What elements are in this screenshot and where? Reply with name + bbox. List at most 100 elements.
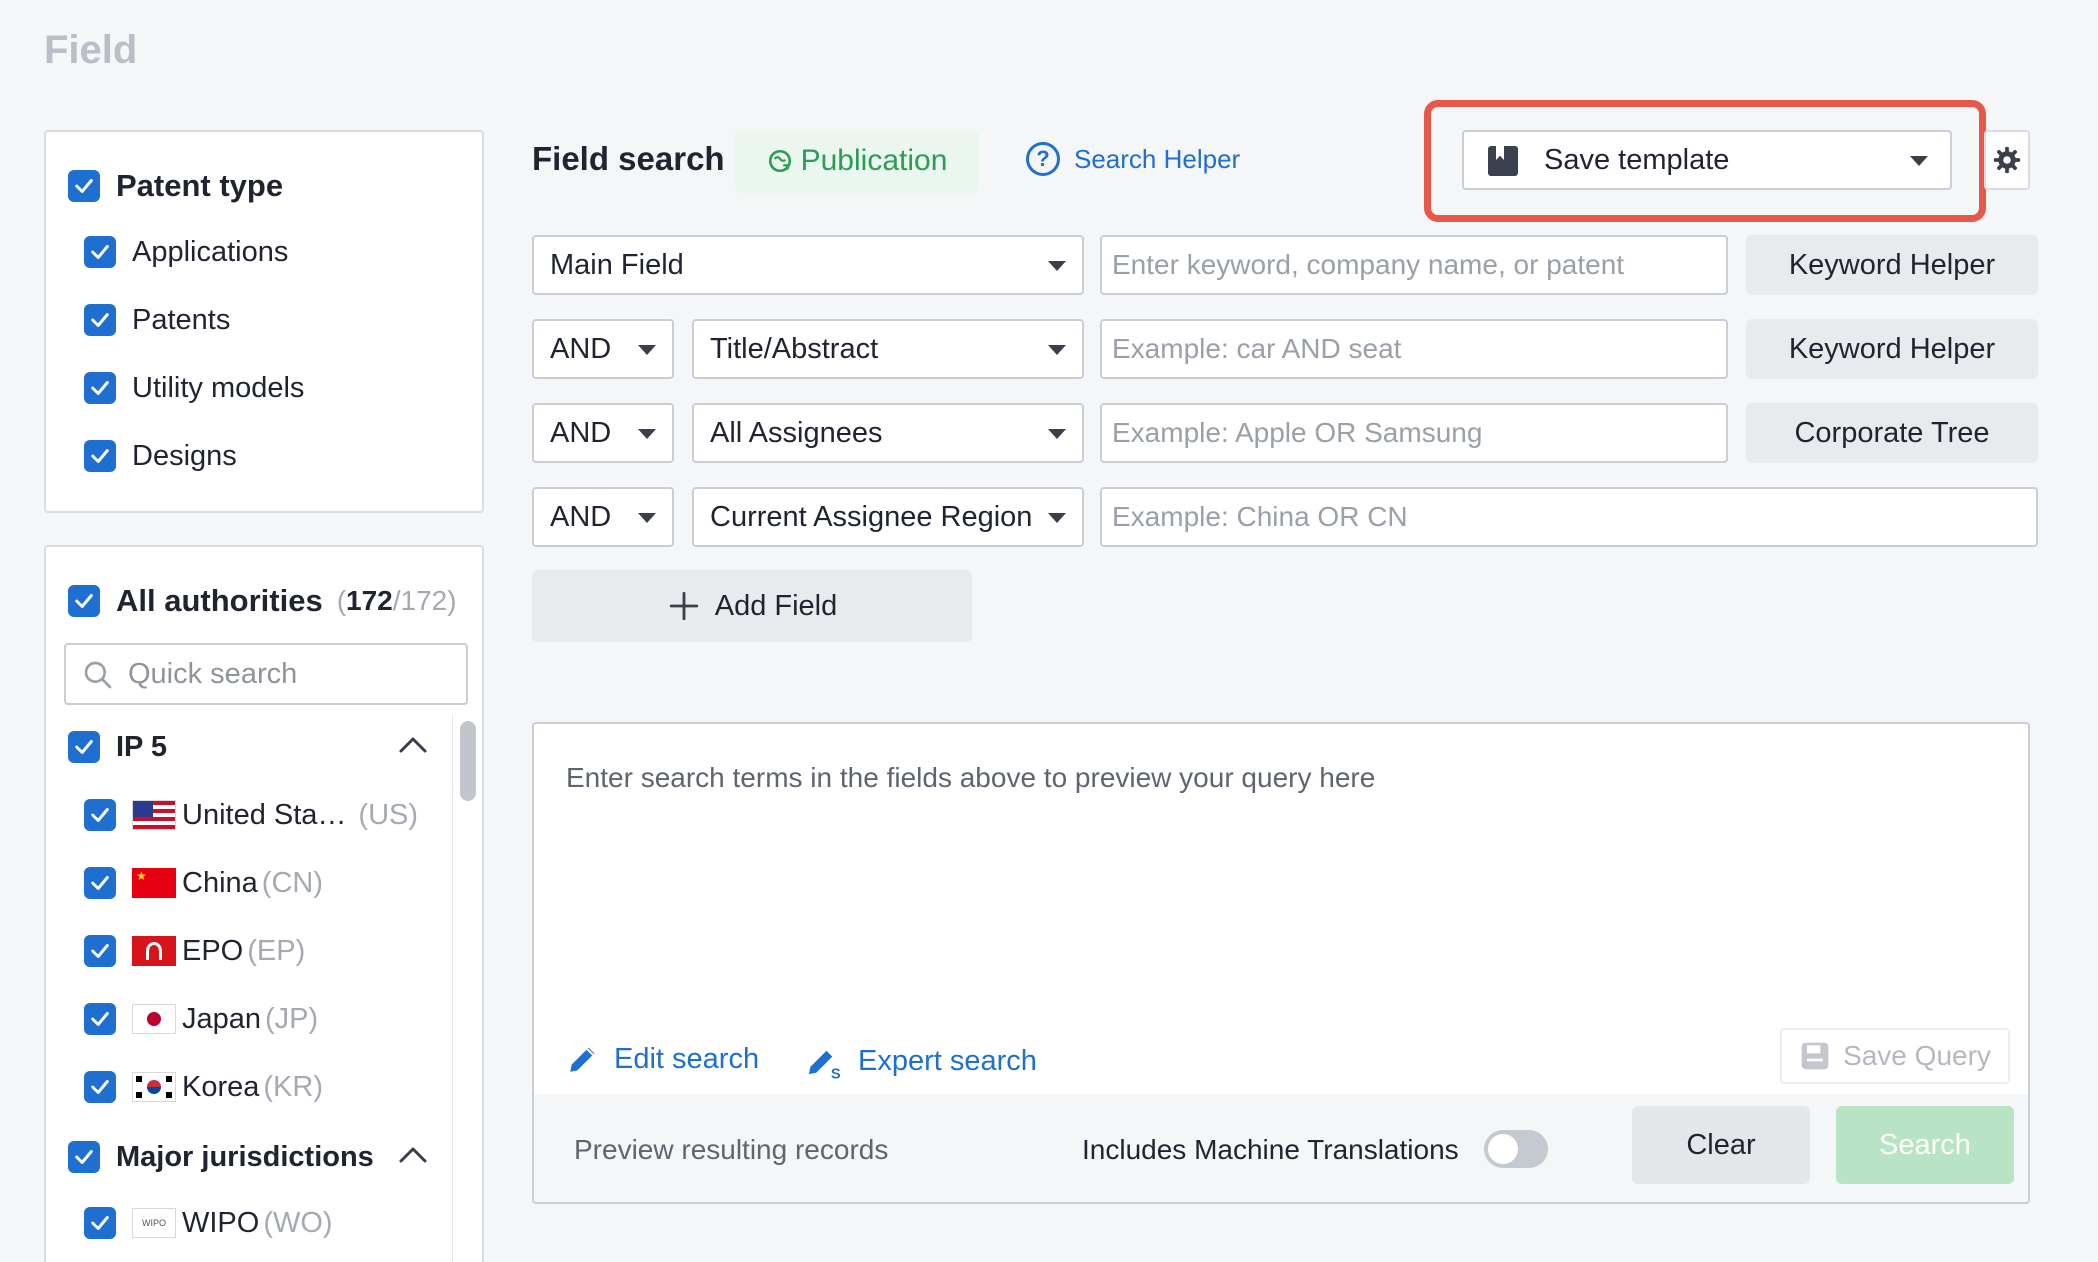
authority-item-kr[interactable]: Korea (KR) bbox=[84, 1067, 323, 1107]
jp-flag bbox=[132, 1004, 176, 1034]
major-jurisdictions-checkbox[interactable] bbox=[68, 1141, 100, 1173]
authority-item-us[interactable]: United Sta… (US) bbox=[84, 795, 418, 835]
save-query-button[interactable]: Save Query bbox=[1780, 1028, 2010, 1084]
assignees-placeholder: Example: Apple OR Samsung bbox=[1112, 417, 1482, 449]
search-helper-label: Search Helper bbox=[1074, 144, 1240, 175]
caret-down-icon bbox=[1048, 261, 1066, 271]
checkmark-icon bbox=[89, 241, 111, 263]
cn-checkbox[interactable] bbox=[84, 867, 116, 899]
scrollbar-thumb[interactable] bbox=[460, 721, 476, 801]
ep-label: EPO bbox=[182, 935, 243, 968]
preview-footer: Preview resulting records Includes Machi… bbox=[534, 1094, 2028, 1204]
patent-type-panel: Patent type Applications Patents Utility… bbox=[44, 130, 484, 513]
publication-label: Publication bbox=[801, 144, 948, 178]
search-helper-link[interactable]: ? Search Helper bbox=[1026, 142, 1240, 176]
search-button[interactable]: Search bbox=[1836, 1106, 2014, 1184]
ep-checkbox[interactable] bbox=[84, 935, 116, 967]
chevron-up-icon[interactable] bbox=[398, 1145, 428, 1165]
designs-label: Designs bbox=[132, 440, 237, 473]
assignee-region-placeholder: Example: China OR CN bbox=[1112, 501, 1408, 533]
corporate-tree-button[interactable]: Corporate Tree bbox=[1746, 403, 2038, 463]
major-jurisdictions-label: Major jurisdictions bbox=[116, 1141, 374, 1174]
ip5-checkbox[interactable] bbox=[68, 731, 100, 763]
search-icon bbox=[82, 659, 114, 691]
ip5-label: IP 5 bbox=[116, 731, 167, 764]
checkmark-icon bbox=[89, 1076, 111, 1098]
all-authorities-header[interactable]: All authorities (172/172) bbox=[68, 581, 457, 621]
kr-code: (KR) bbox=[263, 1071, 323, 1104]
ep-flag bbox=[132, 936, 176, 966]
save-template-select[interactable]: Save template bbox=[1462, 130, 1952, 190]
assignee-region-input[interactable]: Example: China OR CN bbox=[1100, 487, 2038, 547]
title-abstract-select[interactable]: Title/Abstract bbox=[692, 319, 1084, 379]
title-abstract-input[interactable]: Example: car AND seat bbox=[1100, 319, 1728, 379]
edit-search-link[interactable]: Edit search bbox=[566, 1042, 759, 1076]
wo-checkbox[interactable] bbox=[84, 1207, 116, 1239]
cn-label: China bbox=[182, 867, 258, 900]
keyword-helper-button[interactable]: Keyword Helper bbox=[1746, 235, 2038, 295]
authorities-count: (172/172) bbox=[337, 585, 457, 617]
chevron-up-icon[interactable] bbox=[398, 735, 428, 755]
patent-type-item[interactable]: Designs bbox=[84, 436, 237, 476]
operator-select[interactable]: AND bbox=[532, 319, 674, 379]
page-title: Field bbox=[44, 28, 137, 73]
authority-item-cn[interactable]: ★ China (CN) bbox=[84, 863, 323, 903]
authority-item-wo[interactable]: WIPO WIPO (WO) bbox=[84, 1203, 333, 1243]
us-checkbox[interactable] bbox=[84, 799, 116, 831]
group-ip5[interactable]: IP 5 bbox=[68, 727, 167, 767]
settings-button[interactable] bbox=[1984, 130, 2030, 190]
pencil-icon bbox=[566, 1042, 600, 1076]
operator-select[interactable]: AND bbox=[532, 487, 674, 547]
keyword-helper-button[interactable]: Keyword Helper bbox=[1746, 319, 2038, 379]
quick-search-input[interactable]: Quick search bbox=[64, 643, 468, 705]
designs-checkbox[interactable] bbox=[84, 440, 116, 472]
wo-label: WIPO bbox=[182, 1207, 259, 1240]
assignee-region-label: Current Assignee Region bbox=[710, 501, 1032, 534]
authority-item-jp[interactable]: Japan (JP) bbox=[84, 999, 318, 1039]
assignees-input[interactable]: Example: Apple OR Samsung bbox=[1100, 403, 1728, 463]
wipo-flag: WIPO bbox=[132, 1208, 176, 1238]
patent-type-item[interactable]: Utility models bbox=[84, 368, 304, 408]
group-major-jurisdictions[interactable]: Major jurisdictions bbox=[68, 1137, 374, 1177]
utility-models-label: Utility models bbox=[132, 372, 304, 405]
scroll-track bbox=[452, 715, 453, 1262]
all-authorities-checkbox[interactable] bbox=[68, 585, 100, 617]
expert-search-link[interactable]: S Expert search bbox=[806, 1042, 1037, 1080]
query-preview-panel: Enter search terms in the fields above t… bbox=[532, 722, 2030, 1204]
bookmark-icon bbox=[1488, 146, 1518, 176]
checkmark-icon bbox=[73, 175, 95, 197]
jp-checkbox[interactable] bbox=[84, 1003, 116, 1035]
checkmark-icon bbox=[73, 1146, 95, 1168]
wo-code: (WO) bbox=[263, 1207, 332, 1240]
all-assignees-select[interactable]: All Assignees bbox=[692, 403, 1084, 463]
kr-checkbox[interactable] bbox=[84, 1071, 116, 1103]
publication-badge[interactable]: Publication bbox=[735, 129, 979, 193]
globe-refresh-icon bbox=[767, 148, 793, 174]
title-abstract-placeholder: Example: car AND seat bbox=[1112, 333, 1401, 365]
caret-down-icon bbox=[1048, 513, 1066, 523]
applications-checkbox[interactable] bbox=[84, 236, 116, 268]
patent-type-header[interactable]: Patent type bbox=[68, 166, 283, 206]
assignee-region-select[interactable]: Current Assignee Region bbox=[692, 487, 1084, 547]
patent-type-checkbox[interactable] bbox=[68, 170, 100, 202]
main-field-input[interactable]: Enter keyword, company name, or patent bbox=[1100, 235, 1728, 295]
authority-item-ep[interactable]: EPO (EP) bbox=[84, 931, 305, 971]
field-search-label: Field search bbox=[532, 140, 725, 178]
machine-translations-toggle[interactable] bbox=[1484, 1130, 1548, 1168]
jp-code: (JP) bbox=[265, 1003, 318, 1036]
patent-type-item[interactable]: Applications bbox=[84, 232, 288, 272]
svg-text:S: S bbox=[831, 1067, 841, 1080]
title-abstract-label: Title/Abstract bbox=[710, 333, 878, 366]
expert-search-label: Expert search bbox=[858, 1045, 1037, 1078]
main-field-select[interactable]: Main Field bbox=[532, 235, 1084, 295]
checkmark-icon bbox=[89, 940, 111, 962]
patent-type-item[interactable]: Patents bbox=[84, 300, 230, 340]
operator-select[interactable]: AND bbox=[532, 403, 674, 463]
patents-label: Patents bbox=[132, 304, 230, 337]
add-field-button[interactable]: Add Field bbox=[532, 570, 972, 642]
clear-button[interactable]: Clear bbox=[1632, 1106, 1810, 1184]
checkmark-icon bbox=[89, 1212, 111, 1234]
utility-models-checkbox[interactable] bbox=[84, 372, 116, 404]
jp-label: Japan bbox=[182, 1003, 261, 1036]
patents-checkbox[interactable] bbox=[84, 304, 116, 336]
